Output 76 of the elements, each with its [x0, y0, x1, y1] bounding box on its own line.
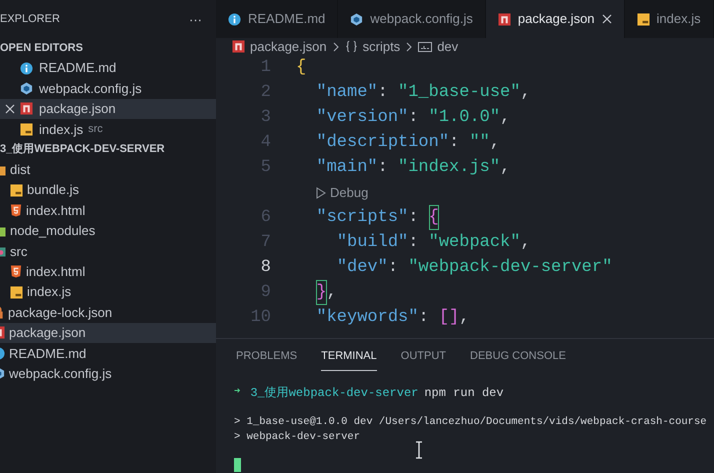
line-number: 7: [260, 232, 271, 252]
cube-icon: [20, 82, 33, 96]
html-file-icon: [10, 204, 22, 218]
breadcrumb-item[interactable]: dev: [418, 36, 458, 56]
code-line: "description": "",: [315, 132, 500, 154]
file-tree-item[interactable]: webpack.config.js: [0, 363, 216, 384]
file-tree-item[interactable]: node_modules: [0, 220, 216, 242]
js-file-icon: [20, 122, 33, 136]
npm-icon: [232, 40, 245, 53]
file-tree-item[interactable]: bundle.js: [0, 180, 216, 200]
code-line: "scripts": {: [296, 204, 439, 230]
open-editor-item[interactable]: webpack.config.js: [0, 78, 216, 99]
info-icon: [228, 12, 241, 26]
line-number: 9: [260, 282, 271, 302]
info-icon: [20, 62, 33, 75]
line-number: 2: [260, 82, 271, 102]
line-number: 6: [260, 208, 271, 227]
prompt-arrow: ➜: [234, 384, 240, 400]
panel-tab[interactable]: OUTPUT: [400, 348, 446, 371]
file-tree-item[interactable]: index.html: [0, 262, 216, 282]
terminal-output: > 1_base-use@1.0.0 dev /Users/lancezhuo/Documents/vids/webpack-crash-course: [234, 415, 708, 430]
line-number: 4: [260, 132, 271, 152]
code-line: "main": "index.js",: [315, 156, 510, 179]
editor-tab[interactable]: package.json: [486, 0, 625, 38]
cube-icon: [350, 12, 364, 26]
code-line: },: [296, 280, 337, 306]
sidebar-title: EXPLORER: [0, 12, 60, 27]
line-number: 3: [260, 108, 271, 127]
code-line: "build": "webpack",: [336, 232, 531, 254]
terminal-cursor: [234, 458, 241, 472]
code-line: "version": "1.0.0",: [315, 106, 510, 129]
braces-icon: [344, 40, 358, 53]
section-header[interactable]: OPEN EDITORS: [0, 40, 83, 56]
js-file-icon: [636, 12, 650, 26]
line-number: 5: [260, 158, 271, 177]
string-icon: [418, 40, 432, 52]
more-actions-button[interactable]: ···: [189, 12, 202, 26]
close-icon[interactable]: [5, 104, 15, 114]
breadcrumb-item[interactable]: package.json: [232, 36, 327, 56]
file-tree-item[interactable]: src: [0, 241, 216, 262]
debug-codelens[interactable]: Debug: [316, 182, 368, 202]
chevron-right-icon: [332, 42, 339, 52]
section-header[interactable]: 3_使用WEBPACK-DEV-SERVER: [0, 141, 165, 158]
text-cursor-icon: [415, 441, 423, 459]
file-tree-item[interactable]: dist: [0, 160, 216, 180]
terminal-directory: 3_使用webpack-dev-server: [250, 384, 418, 402]
terminal-command: npm run dev: [424, 384, 504, 402]
chevron-right-icon: [406, 42, 412, 52]
code-line: {: [296, 56, 306, 79]
html-file-icon: [10, 265, 22, 278]
breadcrumb-item[interactable]: scripts: [344, 36, 400, 56]
file-tree-item[interactable]: package.json: [0, 322, 216, 344]
panel-tab[interactable]: DEBUG CONSOLE: [470, 348, 566, 371]
code-line: "name": "1_base-use",: [315, 82, 531, 104]
line-number: 1: [260, 58, 271, 77]
file-tree-item[interactable]: index.js: [0, 282, 216, 302]
play-icon: [316, 186, 326, 198]
close-icon[interactable]: [602, 14, 612, 24]
editor-tab[interactable]: index.js: [624, 0, 714, 38]
terminal-output: > webpack-dev-server: [234, 430, 362, 445]
line-number: 10: [250, 308, 271, 327]
npm-icon: [498, 12, 511, 26]
panel-tab[interactable]: PROBLEMS: [236, 348, 298, 371]
line-number: 8: [260, 258, 271, 277]
npm-icon: [20, 102, 33, 116]
js-file-icon: [10, 286, 23, 299]
file-tree-item[interactable]: package-lock.json: [0, 302, 216, 323]
open-editor-item[interactable]: index.js src: [0, 119, 216, 140]
open-editor-item[interactable]: README.md: [0, 58, 216, 78]
file-tree-item[interactable]: index.html: [0, 200, 216, 221]
code-line: "keywords": [],: [315, 306, 470, 329]
file-tree-item[interactable]: README.md: [0, 343, 216, 364]
code-line: "dev": "webpack-dev-server": [336, 256, 612, 279]
js-file-icon: [10, 184, 23, 197]
panel-tab[interactable]: TERMINAL: [321, 348, 377, 371]
open-editor-item[interactable]: package.json: [0, 98, 216, 120]
